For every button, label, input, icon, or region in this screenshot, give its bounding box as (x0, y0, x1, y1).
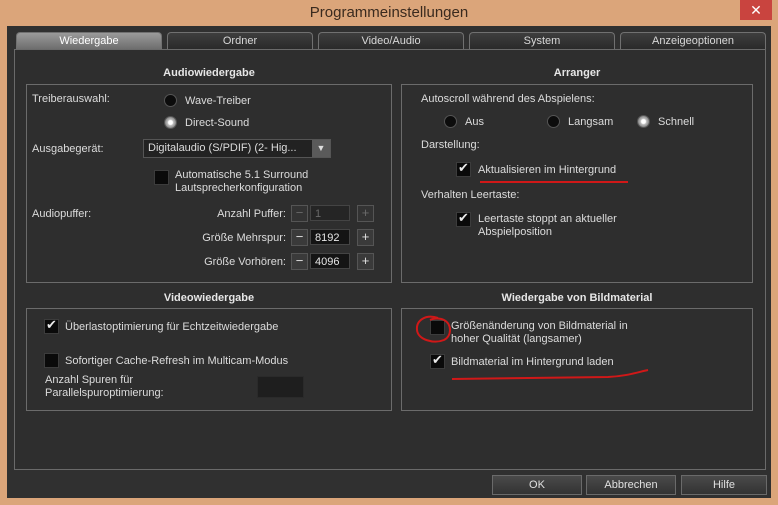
arranger-section-title: Arranger (553, 67, 601, 79)
display-label: Darstellung: (421, 139, 480, 151)
preview-size-label: Größe Vorhören: (204, 256, 286, 268)
help-button[interactable]: Hilfe (681, 475, 767, 495)
overload-optimization-label: Überlastoptimierung für Echtzeitwiederga… (65, 321, 279, 333)
parallel-tracks-label: Anzahl Spuren für Parallelspuroptimierun… (45, 374, 164, 399)
multitrack-size-value[interactable]: 8192 (310, 229, 350, 245)
radio-wave-driver[interactable] (164, 94, 177, 107)
red-underline-annotation (480, 181, 628, 183)
background-update-checkbox[interactable] (456, 160, 471, 177)
cancel-button[interactable]: Abbrechen (586, 475, 676, 495)
multitrack-size-increase-button[interactable]: + (357, 229, 374, 246)
radio-wave-driver-label: Wave-Treiber (185, 95, 251, 107)
tab-ordner[interactable]: Ordner (167, 32, 313, 49)
surround-label: Automatische 5.1 Surround Lautsprecherko… (175, 169, 309, 194)
window-frame-right (771, 26, 778, 505)
preview-size-value[interactable]: 4096 (310, 253, 350, 269)
tab-anzeigeoptionen[interactable]: Anzeigeoptionen (620, 32, 766, 49)
background-update-label: Aktualisieren im Hintergrund (478, 164, 617, 176)
parallel-tracks-input[interactable] (257, 376, 304, 398)
radio-autoscroll-off[interactable] (444, 115, 457, 128)
buffer-count-value[interactable]: 1 (310, 205, 350, 221)
radio-autoscroll-fast[interactable] (637, 115, 650, 128)
radio-autoscroll-slow-label: Langsam (568, 116, 614, 128)
multitrack-size-decrease-button[interactable]: − (291, 229, 308, 246)
red-circle-annotation (415, 315, 451, 343)
ok-button[interactable]: OK (492, 475, 582, 495)
red-underline-annotation-2 (451, 369, 649, 380)
cache-refresh-label: Sofortiger Cache-Refresh im Multicam-Mod… (65, 355, 289, 367)
images-section-title: Wiedergabe von Bildmaterial (501, 292, 653, 304)
driver-label: Treiberauswahl: (32, 93, 110, 105)
space-stop-label: Leertaste stoppt an aktueller Abspielpos… (478, 213, 617, 238)
surround-checkbox[interactable] (154, 170, 169, 185)
radio-direct-sound[interactable] (164, 116, 177, 129)
arranger-group-box (401, 84, 753, 283)
resize-quality-label: Größenänderung von Bildmaterial in hoher… (451, 320, 628, 345)
preview-size-increase-button[interactable]: + (357, 253, 374, 270)
tab-video-audio[interactable]: Video/Audio (318, 32, 464, 49)
multitrack-size-label: Größe Mehrspur: (202, 232, 286, 244)
audio-section-title: Audiowiedergabe (163, 67, 255, 79)
buffer-count-decrease-button[interactable]: − (291, 205, 308, 222)
radio-autoscroll-slow[interactable] (547, 115, 560, 128)
tab-system[interactable]: System (469, 32, 615, 49)
space-behavior-label: Verhalten Leertaste: (421, 189, 520, 201)
window-frame-bottom (0, 498, 778, 505)
output-device-value: Digitalaudio (S/PDIF) (2- Hig... (148, 142, 297, 154)
chevron-down-icon[interactable]: ▼ (312, 140, 330, 157)
bg-load-images-checkbox[interactable] (430, 352, 445, 369)
cache-refresh-checkbox[interactable] (44, 353, 59, 368)
title-bar: Programmeinstellungen ✕ (0, 0, 778, 26)
buffer-count-increase-button[interactable]: + (357, 205, 374, 222)
radio-autoscroll-fast-label: Schnell (658, 116, 695, 128)
device-label: Ausgabegerät: (32, 143, 104, 155)
close-button[interactable]: ✕ (740, 0, 772, 20)
tab-wiedergabe[interactable]: Wiedergabe (16, 32, 162, 49)
autoscroll-label: Autoscroll während des Abspielens: (421, 93, 595, 105)
output-device-select[interactable]: Digitalaudio (S/PDIF) (2- Hig... ▼ (143, 139, 331, 158)
buffer-label: Audiopuffer: (32, 208, 92, 220)
radio-direct-sound-label: Direct-Sound (185, 117, 250, 129)
video-section-title: Videowiedergabe (163, 292, 255, 304)
window-frame-left (0, 26, 7, 505)
radio-autoscroll-off-label: Aus (465, 116, 484, 128)
buffer-count-label: Anzahl Puffer: (217, 208, 286, 220)
overload-optimization-checkbox[interactable] (44, 317, 59, 334)
space-stop-checkbox[interactable] (456, 210, 471, 227)
preview-size-decrease-button[interactable]: − (291, 253, 308, 270)
window-title: Programmeinstellungen (309, 4, 469, 21)
